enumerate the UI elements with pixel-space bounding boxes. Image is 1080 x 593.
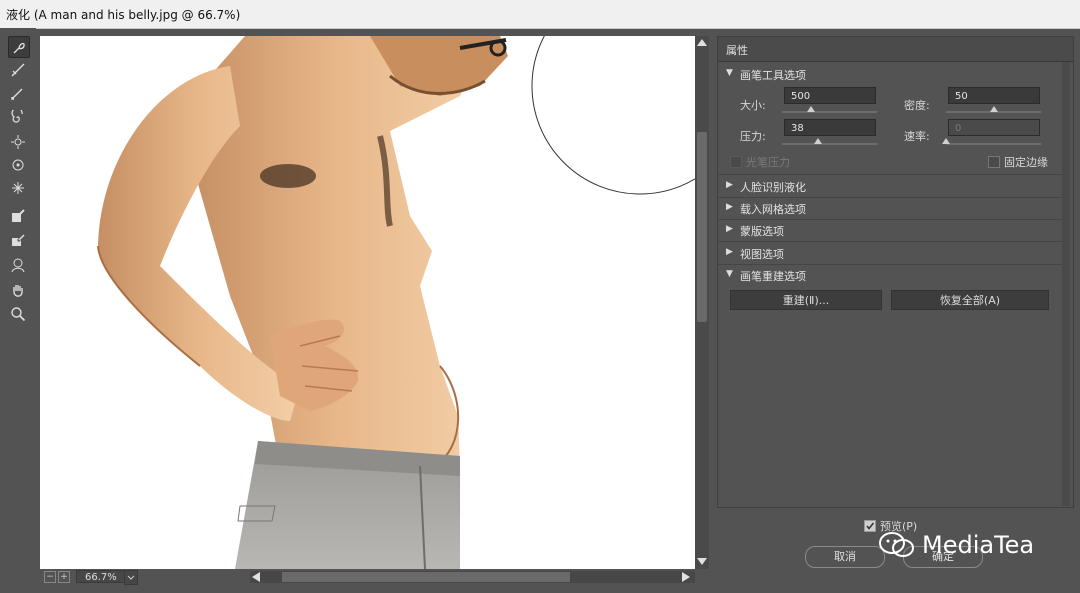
- section-label: 画笔重建选项: [740, 270, 806, 283]
- section-face-aware-liquify[interactable]: ▶ 人脸识别液化: [718, 174, 1063, 198]
- thaw-mask-tool-icon[interactable]: [8, 230, 28, 250]
- pucker-tool-icon[interactable]: [8, 132, 28, 152]
- section-label: 蒙版选项: [740, 225, 784, 238]
- watermark-text: MediaTea: [922, 531, 1035, 559]
- forward-warp-tool-icon[interactable]: [8, 36, 30, 58]
- reconstruct-tool-icon[interactable]: [8, 60, 28, 80]
- canvas-vertical-scrollbar[interactable]: [695, 36, 709, 569]
- scroll-down-arrow-icon[interactable]: [697, 558, 707, 565]
- expand-triangle-icon: ▼: [726, 269, 733, 279]
- density-input[interactable]: 50: [948, 87, 1040, 104]
- push-left-tool-icon[interactable]: [8, 178, 28, 198]
- zoom-out-button[interactable]: −: [44, 571, 56, 583]
- pressure-slider[interactable]: [782, 138, 877, 145]
- pin-edges-label: 固定边缘: [1004, 156, 1048, 169]
- freeze-mask-tool-icon[interactable]: [8, 206, 28, 226]
- pressure-input[interactable]: 38: [784, 119, 876, 136]
- section-brush-reconstruct-options[interactable]: ▼ 画笔重建选项: [718, 264, 1063, 286]
- zoom-dropdown-chevron-icon[interactable]: [124, 570, 138, 585]
- collapsed-triangle-icon: ▶: [726, 224, 733, 234]
- smooth-tool-icon[interactable]: [8, 83, 28, 103]
- collapsed-triangle-icon: ▶: [726, 202, 733, 212]
- section-view-options[interactable]: ▶ 视图选项: [718, 242, 1063, 265]
- pin-edges-checkbox[interactable]: [988, 156, 1000, 168]
- section-mask-options[interactable]: ▶ 蒙版选项: [718, 219, 1063, 242]
- section-load-mesh-options[interactable]: ▶ 载入网格选项: [718, 197, 1063, 220]
- checkmark-icon: [866, 522, 875, 530]
- watermark: MediaTea: [878, 531, 1034, 559]
- panel-title: 属性: [726, 44, 748, 57]
- stylus-pressure-checkbox: [730, 156, 742, 168]
- reconstruct-button[interactable]: 重建(Ⅱ)...: [730, 290, 882, 310]
- cancel-button[interactable]: 取消: [805, 546, 885, 568]
- rate-label: 速率:: [904, 130, 930, 143]
- horizontal-scroll-thumb[interactable]: [282, 572, 570, 582]
- canvas-horizontal-scrollbar[interactable]: [250, 571, 695, 583]
- pressure-slider-knob[interactable]: [814, 138, 823, 144]
- face-tool-icon[interactable]: [8, 255, 28, 275]
- section-label: 人脸识别液化: [740, 181, 806, 194]
- properties-panel: 属性 ▼ 画笔工具选项 大小: 500 密度: 50 压力: 38 速率: 0 …: [717, 36, 1074, 508]
- size-label: 大小:: [740, 99, 766, 112]
- panel-scrollbar[interactable]: [1062, 62, 1070, 506]
- rate-input: 0: [948, 119, 1040, 136]
- collapsed-triangle-icon: ▶: [726, 180, 733, 190]
- photo-man-belly: [40, 36, 695, 569]
- restore-all-button[interactable]: 恢复全部(A): [891, 290, 1049, 310]
- size-input[interactable]: 500: [784, 87, 876, 104]
- stylus-pressure-label: 光笔压力: [746, 156, 790, 169]
- section-label: 画笔工具选项: [740, 69, 806, 82]
- panel-header: 属性: [718, 37, 1073, 62]
- density-label: 密度:: [904, 99, 930, 112]
- rate-slider-knob: [942, 138, 950, 144]
- size-slider-knob[interactable]: [806, 106, 815, 112]
- section-brush-tool-options[interactable]: ▼ 画笔工具选项: [718, 63, 1063, 85]
- expand-triangle-icon: ▼: [726, 68, 733, 78]
- pressure-label: 压力:: [740, 130, 766, 143]
- zoom-in-button[interactable]: +: [58, 571, 70, 583]
- wechat-icon: [878, 531, 916, 559]
- zoom-tool-icon[interactable]: [8, 304, 28, 324]
- preview-canvas[interactable]: [40, 36, 695, 569]
- tool-palette: [0, 28, 36, 593]
- vertical-scroll-thumb[interactable]: [697, 132, 707, 322]
- scroll-right-arrow-icon[interactable]: [682, 572, 692, 582]
- size-slider[interactable]: [782, 106, 877, 113]
- scroll-left-arrow-icon[interactable]: [252, 572, 262, 582]
- section-label: 载入网格选项: [740, 203, 806, 216]
- title-bar: 液化 (A man and his belly.jpg @ 66.7%): [0, 0, 1080, 29]
- rate-slider: [942, 138, 1041, 145]
- collapsed-triangle-icon: ▶: [726, 247, 733, 257]
- density-slider-knob[interactable]: [989, 106, 998, 112]
- canvas-status-bar: − + 66.7%: [40, 569, 709, 586]
- hand-tool-icon[interactable]: [8, 281, 28, 301]
- scroll-up-arrow-icon[interactable]: [697, 39, 707, 46]
- window-title: 液化 (A man and his belly.jpg @ 66.7%): [6, 8, 241, 22]
- section-label: 视图选项: [740, 248, 784, 261]
- bloat-tool-icon[interactable]: [8, 155, 28, 175]
- density-slider[interactable]: [946, 106, 1041, 113]
- twirl-tool-icon[interactable]: [8, 108, 28, 128]
- preview-checkbox[interactable]: [864, 520, 876, 532]
